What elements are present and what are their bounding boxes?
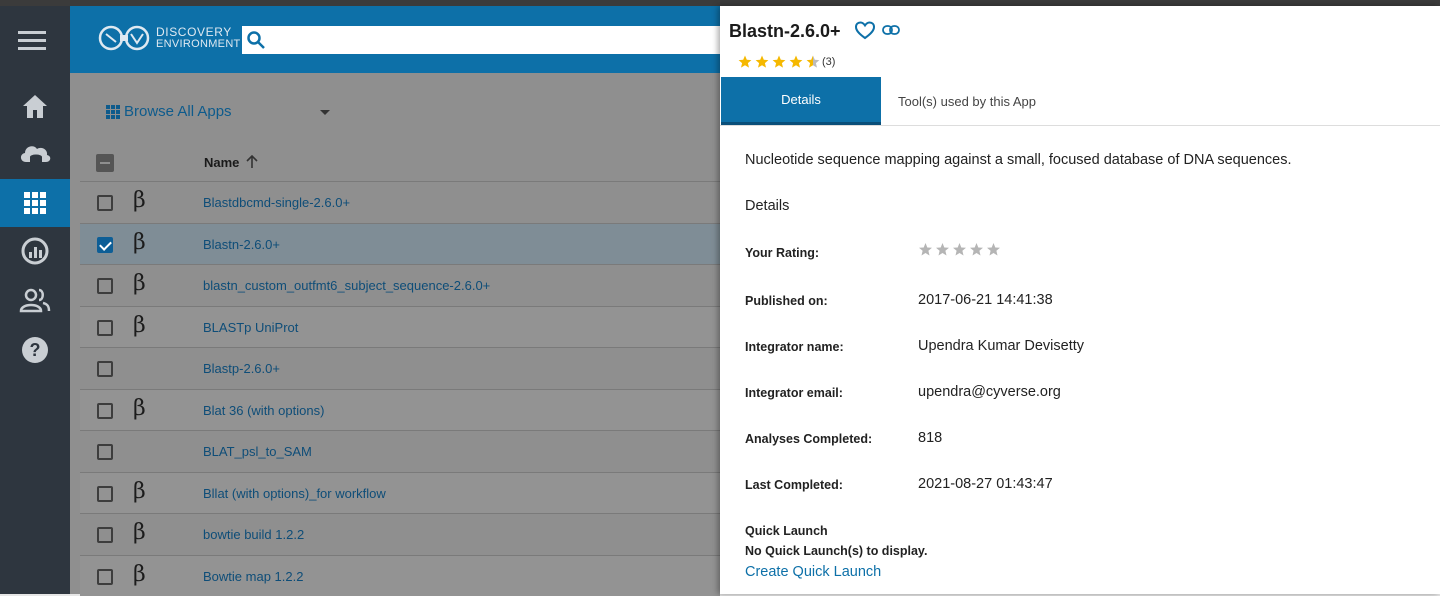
logo-line2: ENVIRONMENT xyxy=(156,38,241,50)
average-rating: (3) xyxy=(738,55,835,69)
app-name-link[interactable]: Blastdbcmd-single-2.6.0+ xyxy=(203,195,350,210)
table-row[interactable]: BLAT_psl_to_SAM xyxy=(80,430,720,472)
table-row[interactable]: β Bllat (with options)_for workflow xyxy=(80,472,720,514)
home-icon xyxy=(20,92,50,120)
table-header: Name xyxy=(80,145,720,181)
table-row[interactable]: β blastn_custom_outfmt6_subject_sequence… xyxy=(80,264,720,306)
app-name-link[interactable]: blastn_custom_outfmt6_subject_sequence-2… xyxy=(203,278,490,293)
row-checkbox[interactable] xyxy=(97,278,113,294)
analyses-chart-icon xyxy=(21,237,49,265)
rating-stars-icon xyxy=(738,55,820,69)
beta-badge: β xyxy=(133,562,146,587)
beta-badge: β xyxy=(133,313,146,338)
row-checkbox[interactable] xyxy=(97,237,113,253)
app-title: Blastn-2.6.0+ xyxy=(729,21,841,42)
name-column-header[interactable]: Name xyxy=(204,155,239,170)
beta-badge: β xyxy=(133,271,146,296)
discovery-environment-logo[interactable]: DISCOVERY ENVIRONMENT xyxy=(98,24,241,52)
apps-list-area: Browse All Apps Name β Blastdbcmd-single… xyxy=(70,73,720,594)
app-name-link[interactable]: Bllat (with options)_for workflow xyxy=(203,486,386,501)
create-quick-launch-link[interactable]: Create Quick Launch xyxy=(745,564,881,580)
nav-teams[interactable] xyxy=(0,276,70,324)
select-all-checkbox[interactable] xyxy=(96,154,114,172)
row-checkbox[interactable] xyxy=(97,569,113,585)
rating-count: (3) xyxy=(822,56,835,68)
table-row[interactable]: β BLASTp UniProt xyxy=(80,306,720,348)
nav-analyses[interactable] xyxy=(0,227,70,275)
your-rating-label: Your Rating: xyxy=(745,246,819,260)
menu-icon[interactable] xyxy=(18,30,46,50)
table-row[interactable]: β Blastn-2.6.0+ xyxy=(80,223,720,265)
published-label: Published on: xyxy=(745,294,828,308)
nav-data[interactable] xyxy=(0,130,70,178)
row-checkbox[interactable] xyxy=(97,444,113,460)
app-details-panel: Blastn-2.6.0+ (3) Details Tool(s) used b… xyxy=(720,6,1440,594)
table-row[interactable]: β Blastdbcmd-single-2.6.0+ xyxy=(80,181,720,223)
integrator-email-value: upendra@cyverse.org xyxy=(918,384,1061,400)
table-row[interactable]: β bowtie build 1.2.2 xyxy=(80,513,720,555)
analyses-completed-value: 818 xyxy=(918,430,942,446)
app-name-link[interactable]: Bowtie map 1.2.2 xyxy=(203,569,303,584)
apps-table: β Blastdbcmd-single-2.6.0+ β Blastn-2.6.… xyxy=(80,181,720,596)
app-header: DISCOVERY ENVIRONMENT xyxy=(70,6,720,73)
logo-line1: DISCOVERY xyxy=(156,26,241,38)
row-checkbox[interactable] xyxy=(97,320,113,336)
quick-launch-title: Quick Launch xyxy=(745,524,828,538)
your-rating-stars[interactable] xyxy=(918,242,1002,258)
help-icon: ? xyxy=(21,336,49,364)
app-name-link[interactable]: Blastp-2.6.0+ xyxy=(203,361,280,376)
integrator-name-label: Integrator name: xyxy=(745,340,844,354)
nav-home[interactable] xyxy=(0,82,70,130)
app-description: Nucleotide sequence mapping against a sm… xyxy=(745,152,1292,168)
row-checkbox[interactable] xyxy=(97,361,113,377)
empty-stars-icon[interactable] xyxy=(918,242,1002,258)
app-name-link[interactable]: BLAT_psl_to_SAM xyxy=(203,444,312,459)
link-icon[interactable] xyxy=(882,24,900,36)
left-nav: ? xyxy=(0,6,70,594)
analyses-completed-label: Analyses Completed: xyxy=(745,432,872,446)
apps-grid-small-icon xyxy=(106,105,120,119)
quick-launch-empty: No Quick Launch(s) to display. xyxy=(745,544,927,558)
row-checkbox[interactable] xyxy=(97,195,113,211)
browse-label: Browse All Apps xyxy=(124,103,232,120)
tab-tools[interactable]: Tool(s) used by this App xyxy=(881,77,1053,125)
integrator-name-value: Upendra Kumar Devisetty xyxy=(918,338,1084,354)
search-icon xyxy=(246,30,266,50)
row-checkbox[interactable] xyxy=(97,403,113,419)
tab-details[interactable]: Details xyxy=(721,77,881,125)
app-name-link[interactable]: Blastn-2.6.0+ xyxy=(203,237,280,252)
beta-badge: β xyxy=(133,230,146,255)
beta-badge: β xyxy=(133,479,146,504)
svg-text:?: ? xyxy=(30,340,41,360)
teams-people-icon xyxy=(19,287,51,313)
app-name-link[interactable]: bowtie build 1.2.2 xyxy=(203,527,304,542)
caret-down-icon[interactable] xyxy=(320,110,330,115)
details-section-title: Details xyxy=(745,198,789,214)
app-name-link[interactable]: BLASTp UniProt xyxy=(203,320,298,335)
nav-apps[interactable] xyxy=(0,179,70,227)
app-name-link[interactable]: Blat 36 (with options) xyxy=(203,403,324,418)
beta-badge: β xyxy=(133,520,146,545)
data-cloud-icon xyxy=(18,140,52,168)
last-completed-label: Last Completed: xyxy=(745,478,843,492)
beta-badge: β xyxy=(133,188,146,213)
details-tabs: Details Tool(s) used by this App xyxy=(720,77,1440,126)
nav-help[interactable]: ? xyxy=(0,326,70,374)
row-checkbox[interactable] xyxy=(97,486,113,502)
logo-icon xyxy=(98,24,150,52)
sort-ascending-icon[interactable] xyxy=(246,155,258,169)
beta-badge: β xyxy=(133,396,146,421)
published-value: 2017-06-21 14:41:38 xyxy=(918,292,1053,308)
table-row[interactable]: β Bowtie map 1.2.2 xyxy=(80,555,720,596)
table-row[interactable]: β Blat 36 (with options) xyxy=(80,389,720,431)
integrator-email-label: Integrator email: xyxy=(745,386,843,400)
apps-grid-icon xyxy=(23,191,47,215)
row-checkbox[interactable] xyxy=(97,527,113,543)
search-input[interactable] xyxy=(242,26,720,54)
browse-apps-dropdown[interactable]: Browse All Apps xyxy=(106,103,232,120)
favorite-heart-icon[interactable] xyxy=(855,21,875,41)
last-completed-value: 2021-08-27 01:43:47 xyxy=(918,476,1053,492)
table-row[interactable]: Blastp-2.6.0+ xyxy=(80,347,720,389)
